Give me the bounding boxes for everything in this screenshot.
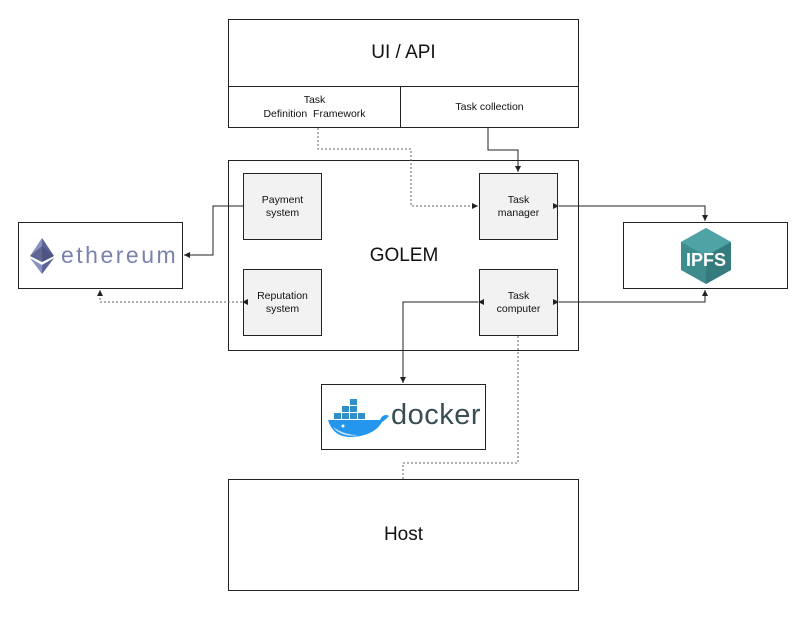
reputation-line-1: Reputation <box>257 289 308 302</box>
reputation-system: Reputation system <box>243 269 322 336</box>
ipfs-logo-icon: IPFS <box>681 228 731 284</box>
payment-line-2: system <box>265 206 300 219</box>
ipfs-label: IPFS <box>686 250 726 270</box>
wire-task-computer-to-ipfs <box>553 290 708 305</box>
task-manager-line-2: manager <box>497 206 540 219</box>
golem-title: GOLEM <box>369 245 439 266</box>
task-definition-framework: Task Definition Framework <box>229 87 401 127</box>
payment-line-1: Payment <box>261 193 304 206</box>
reputation-line-2: system <box>265 302 300 315</box>
tdf-line-1: Task <box>303 94 326 106</box>
task-manager: Task manager <box>479 173 558 240</box>
wire-task-manager-to-ipfs <box>553 203 708 221</box>
task-computer: Task computer <box>479 269 558 336</box>
wire-reputation-to-ethereum <box>97 290 248 305</box>
ui-api-title: UI / API <box>371 42 436 63</box>
payment-system: Payment system <box>243 173 322 240</box>
docker-whale-icon <box>328 399 389 437</box>
ui-api-block: UI / API Task Definition Framework Task … <box>228 19 579 128</box>
ethereum-label: ethereum <box>61 242 179 268</box>
docker-label: docker <box>391 399 482 431</box>
ipfs-block: IPFS <box>623 222 788 289</box>
host-block: Host <box>228 479 579 591</box>
ethereum-block: ethereum <box>18 222 183 289</box>
task-manager-line-1: Task <box>507 193 530 206</box>
task-computer-line-1: Task <box>507 289 530 302</box>
tdf-line-2: Definition Framework <box>263 108 366 120</box>
task-computer-line-2: computer <box>496 302 541 315</box>
task-collection: Task collection <box>455 101 524 113</box>
docker-block: docker <box>321 384 486 450</box>
ethereum-logo-icon <box>30 238 54 274</box>
